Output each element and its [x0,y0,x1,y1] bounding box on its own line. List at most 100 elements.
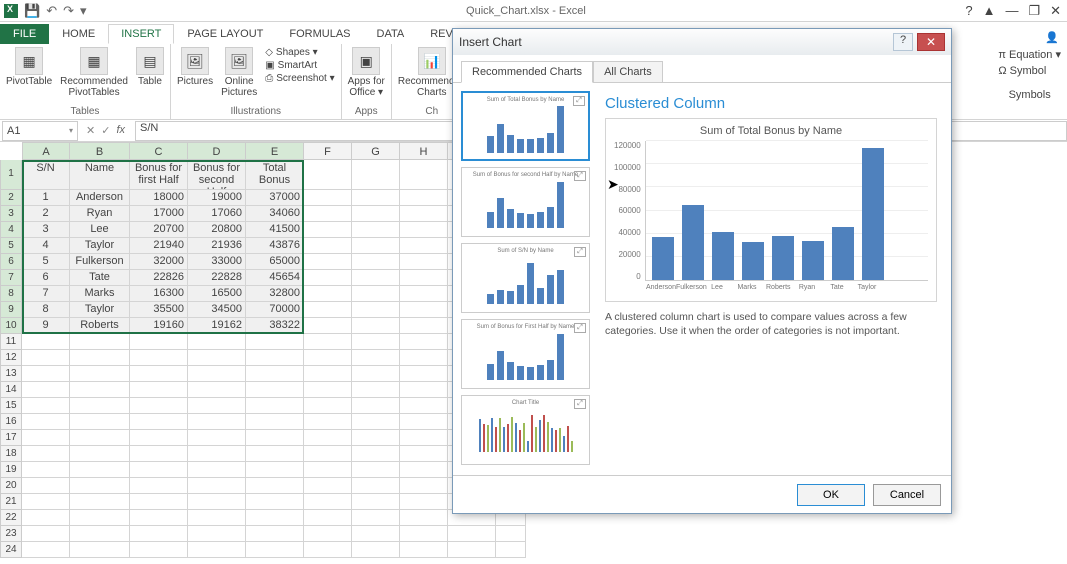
cell[interactable] [304,190,352,206]
tab-data[interactable]: DATA [364,24,418,44]
cell[interactable] [246,350,304,366]
recommended-pivottables-button[interactable]: ▦Recommended PivotTables [60,47,128,98]
cell[interactable]: Taylor [70,302,130,318]
cell[interactable] [22,446,70,462]
cell[interactable]: 38322 [246,318,304,334]
cell[interactable] [304,414,352,430]
tab-insert[interactable]: INSERT [108,24,174,44]
cell[interactable] [400,206,448,222]
cell[interactable] [22,478,70,494]
qat-save-icon[interactable]: 💾 [24,3,40,19]
cell[interactable]: 17000 [130,206,188,222]
cell[interactable]: 16300 [130,286,188,302]
tab-file[interactable]: FILE [0,24,49,44]
cell[interactable] [188,494,246,510]
cell[interactable] [22,462,70,478]
cell[interactable] [352,446,400,462]
cell[interactable] [400,350,448,366]
fx-icon[interactable]: fx [116,124,125,137]
qat-undo-icon[interactable]: ↶ [46,3,57,19]
cell[interactable] [304,350,352,366]
apps-for-office-button[interactable]: ▣Apps for Office ▾ [348,47,385,98]
row-header[interactable]: 10 [0,318,22,334]
cell[interactable] [70,462,130,478]
cell[interactable] [448,526,496,542]
cell[interactable]: 22828 [188,270,246,286]
help-icon[interactable]: ? [965,3,972,19]
cell[interactable] [304,494,352,510]
col-header-B[interactable]: B [70,142,130,160]
cell[interactable] [22,414,70,430]
cell[interactable] [130,382,188,398]
cell[interactable] [352,190,400,206]
account-icon[interactable]: 👤 [1045,31,1059,44]
cell[interactable] [352,542,400,558]
cell[interactable]: 32000 [130,254,188,270]
cell[interactable] [304,526,352,542]
cell[interactable] [400,334,448,350]
row-header[interactable]: 6 [0,254,22,270]
cell[interactable] [70,382,130,398]
cell[interactable] [188,542,246,558]
cell[interactable]: Name [70,160,130,190]
cell[interactable] [352,318,400,334]
equation-button[interactable]: π Equation ▾ [998,48,1061,61]
cell[interactable] [448,542,496,558]
cell[interactable] [22,398,70,414]
cell[interactable] [400,160,448,190]
cancel-button[interactable]: Cancel [873,484,941,506]
cell[interactable] [400,318,448,334]
symbol-button[interactable]: Ω Symbol [998,65,1061,77]
cell[interactable]: Total Bonus [246,160,304,190]
cell[interactable]: 3 [22,222,70,238]
cell[interactable] [130,430,188,446]
restore-icon[interactable]: ❐ [1028,3,1040,19]
chart-thumbnail[interactable]: Sum of Bonus for second Half by Name⤢ [461,167,590,237]
expand-icon[interactable]: ⤢ [574,247,586,257]
ok-button[interactable]: OK [797,484,865,506]
cell[interactable] [22,430,70,446]
cell[interactable] [304,446,352,462]
cell[interactable] [304,510,352,526]
cell[interactable] [352,254,400,270]
fx-cancel-icon[interactable]: ✕ [86,124,95,137]
cell[interactable]: 19162 [188,318,246,334]
cell[interactable] [304,430,352,446]
cell[interactable] [130,478,188,494]
cell[interactable] [352,302,400,318]
row-header[interactable]: 21 [0,494,22,510]
chart-thumbnail[interactable]: Sum of Bonus for First Half by Name⤢ [461,319,590,389]
cell[interactable] [400,190,448,206]
row-header[interactable]: 23 [0,526,22,542]
row-header[interactable]: 11 [0,334,22,350]
cell[interactable]: 21940 [130,238,188,254]
row-header[interactable]: 16 [0,414,22,430]
cell[interactable]: Tate [70,270,130,286]
name-box[interactable]: A1 [2,121,78,141]
cell[interactable] [188,414,246,430]
cell[interactable]: 2 [22,206,70,222]
cell[interactable] [246,526,304,542]
dialog-help-icon[interactable]: ? [893,33,913,51]
online-pictures-button[interactable]: 🖼Online Pictures [221,47,257,98]
cell[interactable]: 1 [22,190,70,206]
cell[interactable] [304,382,352,398]
expand-icon[interactable]: ⤢ [574,323,586,333]
cell[interactable]: 18000 [130,190,188,206]
tab-home[interactable]: HOME [49,24,108,44]
expand-icon[interactable]: ⤢ [573,96,585,106]
cell[interactable] [22,382,70,398]
cell[interactable] [188,382,246,398]
cell[interactable] [188,350,246,366]
cell[interactable] [130,510,188,526]
tab-page-layout[interactable]: PAGE LAYOUT [174,24,276,44]
cell[interactable] [246,446,304,462]
pictures-button[interactable]: 🖼Pictures [177,47,213,87]
expand-icon[interactable]: ⤢ [574,171,586,181]
cell[interactable] [22,350,70,366]
cell[interactable] [352,430,400,446]
cell[interactable]: S/N [22,160,70,190]
cell[interactable]: 35500 [130,302,188,318]
cell[interactable] [246,366,304,382]
cell[interactable] [352,286,400,302]
